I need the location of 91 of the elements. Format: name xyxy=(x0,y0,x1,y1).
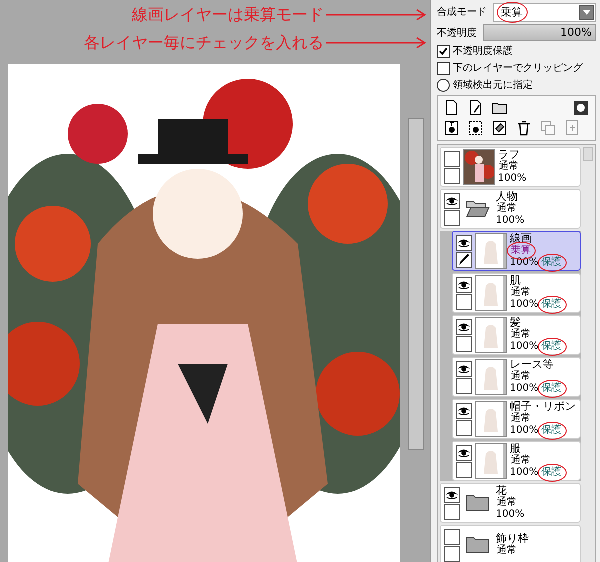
layer-folder[interactable]: 人物 通常 100% xyxy=(440,189,581,229)
blend-mode-label: 通常 xyxy=(498,161,520,173)
opacity-label: 100% xyxy=(510,467,539,479)
opacity-label: 100% xyxy=(510,299,539,311)
new-layer-icon[interactable] xyxy=(444,100,460,116)
layer-name: 線画 xyxy=(510,233,533,245)
layer-lock-toggle[interactable] xyxy=(456,420,472,436)
blend-mode-label: 通常 xyxy=(510,371,532,383)
layer-item[interactable]: 服 通常 100% 保護 xyxy=(452,441,581,481)
blend-mode-label: 通常 xyxy=(510,413,532,425)
eye-icon xyxy=(445,195,459,206)
checkbox[interactable] xyxy=(437,44,450,58)
layer-name: 花 xyxy=(496,485,507,497)
layer-folder[interactable]: 花 通常 100% xyxy=(440,483,581,523)
layer-item[interactable]: ラフ 通常 100% xyxy=(440,147,581,187)
opacity-label: 100% xyxy=(498,173,527,185)
option-label: 領域検出元に指定 xyxy=(453,78,533,92)
layer-item[interactable]: レース等 通常 100% 保護 xyxy=(452,357,581,397)
layer-item[interactable]: 帽子・リボン 通常 100% 保護 xyxy=(452,399,581,439)
option-label: 下のレイヤーでクリッピング xyxy=(453,62,583,75)
layer-lock-toggle[interactable] xyxy=(444,546,460,562)
trash-icon[interactable] xyxy=(516,120,532,136)
blend-mode-label: 合成モード xyxy=(437,6,487,19)
blend-mode-label: 通常 xyxy=(496,203,518,215)
caret-icon xyxy=(582,10,590,14)
visibility-toggle[interactable] xyxy=(456,318,472,334)
layer-mask-icon[interactable] xyxy=(573,100,589,116)
layer-name: レース等 xyxy=(510,359,555,371)
layer-name: 肌 xyxy=(510,275,521,287)
visibility-toggle[interactable] xyxy=(444,192,460,208)
layer-name: 服 xyxy=(510,443,521,455)
layer-name: 帽子・リボン xyxy=(510,401,576,413)
opacity-label: 100% xyxy=(496,509,525,521)
visibility-toggle[interactable] xyxy=(444,528,460,544)
radio-button[interactable] xyxy=(437,78,450,92)
opacity-slider[interactable]: 100% xyxy=(483,24,596,41)
visibility-toggle[interactable] xyxy=(444,150,460,166)
annotation-text: 線画レイヤーは乗算モード xyxy=(132,4,324,26)
layer-name: 飾り枠 xyxy=(496,533,529,545)
blend-mode-label: 通常 xyxy=(510,455,532,467)
visibility-toggle[interactable] xyxy=(444,486,460,502)
new-pen-layer-icon[interactable] xyxy=(468,100,484,116)
clear-layer-icon[interactable] xyxy=(492,120,508,136)
checkbox[interactable] xyxy=(437,62,450,74)
folder-icon xyxy=(466,536,490,554)
opacity-label: 不透明度 xyxy=(437,26,477,40)
layer-lock-toggle[interactable] xyxy=(444,504,460,520)
pen-icon xyxy=(458,253,470,266)
layer-name: 人物 xyxy=(496,191,519,203)
layer-name: 髪 xyxy=(510,317,521,329)
layer-lock-toggle[interactable] xyxy=(456,252,472,268)
eye-icon xyxy=(457,279,471,290)
eye-icon xyxy=(457,363,471,374)
eye-icon xyxy=(457,321,471,332)
layer-lock-toggle[interactable] xyxy=(456,462,472,478)
layer-lock-toggle[interactable] xyxy=(456,294,472,310)
folder-icon xyxy=(466,494,490,512)
layer-item[interactable]: 線画 乗算 100% 保護 xyxy=(452,231,581,271)
open-folder-icon xyxy=(466,200,490,218)
annotation-text: 各レイヤー毎にチェックを入れる xyxy=(84,32,324,54)
blend-mode-label: 通常 xyxy=(510,329,532,341)
opacity-label: 100% xyxy=(510,341,539,353)
scrollbar-thumb[interactable] xyxy=(408,118,424,450)
visibility-toggle[interactable] xyxy=(456,360,472,376)
visibility-toggle[interactable] xyxy=(456,276,472,292)
opacity-label: 100% xyxy=(510,257,539,269)
layer-lock-toggle[interactable] xyxy=(456,336,472,352)
visibility-toggle[interactable] xyxy=(456,444,472,460)
layer-item[interactable]: 肌 通常 100% 保護 xyxy=(452,273,581,313)
opacity-label: 100% xyxy=(510,425,539,437)
blend-mode-dropdown[interactable]: 乗算 xyxy=(493,2,596,22)
blend-mode-label: 通常 xyxy=(496,545,518,557)
layer-item[interactable]: 髪 通常 100% 保護 xyxy=(452,315,581,355)
blend-mode-label: 通常 xyxy=(496,497,518,509)
option-label: 不透明度保護 xyxy=(453,44,513,58)
eye-icon xyxy=(457,405,471,416)
opacity-label: 100% xyxy=(510,383,539,395)
transfer-down-icon[interactable] xyxy=(444,120,460,136)
visibility-toggle[interactable] xyxy=(456,234,472,250)
layer-folder[interactable]: 飾り枠 通常 xyxy=(440,525,581,562)
visibility-toggle[interactable] xyxy=(456,402,472,418)
blend-mode-label: 通常 xyxy=(510,287,532,299)
merge-down-icon[interactable] xyxy=(468,120,484,136)
layer-lock-toggle[interactable] xyxy=(444,168,460,184)
eye-icon xyxy=(457,237,471,248)
opacity-label: 100% xyxy=(496,215,525,227)
layer-lock-toggle[interactable] xyxy=(444,210,460,226)
eye-icon xyxy=(457,447,471,458)
layer-lock-toggle[interactable] xyxy=(456,378,472,394)
eye-icon xyxy=(445,489,459,500)
layer-name: ラフ xyxy=(498,149,521,161)
